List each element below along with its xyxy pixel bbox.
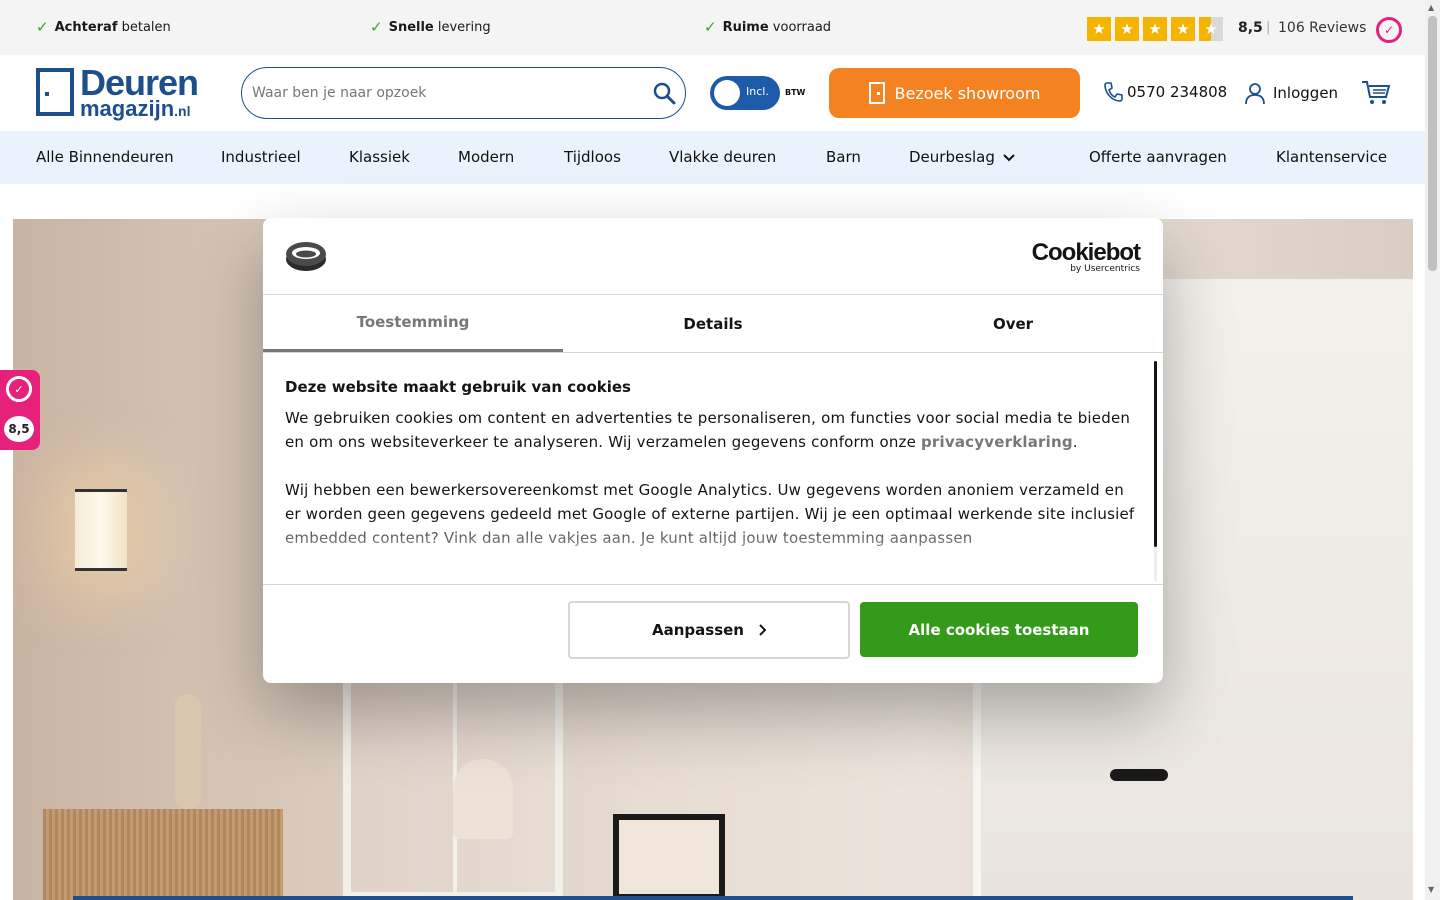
- login-link[interactable]: Inloggen: [1243, 81, 1338, 105]
- hero-door-handle: [1110, 769, 1168, 781]
- logo[interactable]: Deuren magazijn.nl: [36, 62, 218, 122]
- phone-number: 0570 234808: [1127, 83, 1228, 101]
- allow-all-cookies-button[interactable]: Alle cookies toestaan: [860, 602, 1138, 657]
- usp-bar: ✓ Achteraf betalen ✓ Snelle levering ✓ R…: [0, 0, 1425, 55]
- side-rating-widget[interactable]: ✓ 8,5: [0, 370, 40, 450]
- phone-icon: [1104, 82, 1123, 102]
- usp-item: ✓ Snelle levering: [370, 18, 491, 36]
- site-header: Deuren magazijn.nl Incl. BTW Bezoek show…: [0, 55, 1425, 131]
- nav-item-alle-binnendeuren[interactable]: Alle Binnendeuren: [36, 148, 174, 166]
- search-icon[interactable]: [652, 81, 676, 105]
- star-icon: ★: [1171, 17, 1195, 41]
- usp-bold: Achteraf: [54, 19, 118, 35]
- kiyoh-icon[interactable]: ✓: [1376, 17, 1402, 43]
- nav-item-modern[interactable]: Modern: [458, 148, 514, 166]
- check-icon: ✓: [704, 18, 717, 36]
- star-icon: ★: [1115, 17, 1139, 41]
- vat-toggle[interactable]: Incl.: [710, 76, 780, 110]
- star-icon: ★: [1087, 17, 1111, 41]
- nav-item-deurbeslag[interactable]: Deurbeslag: [909, 148, 1015, 166]
- cookie-text-part: .: [1072, 433, 1078, 451]
- hero-cabinet: [43, 809, 283, 900]
- vat-label: BTW: [785, 88, 806, 97]
- star-half-icon: ★: [1199, 17, 1223, 41]
- cookie-dialog-text: We gebruiken cookies om content en adver…: [285, 406, 1135, 454]
- cookie-icon: [286, 242, 326, 271]
- phone-link[interactable]: 0570 234808: [1103, 81, 1227, 103]
- hero-wall-lamp: [75, 489, 127, 571]
- nav-item-klassiek[interactable]: Klassiek: [349, 148, 410, 166]
- logo-tld: .nl: [174, 103, 191, 119]
- logo-small-word: magazijn: [80, 96, 175, 121]
- privacy-statement-link[interactable]: privacyverklaring: [921, 433, 1073, 451]
- search-input[interactable]: [252, 81, 632, 105]
- showroom-label: Bezoek showroom: [894, 83, 1041, 103]
- usp-text: betalen: [117, 19, 171, 35]
- hero-bottom-bar: [73, 896, 1353, 900]
- hero-chair: [453, 759, 513, 839]
- check-icon: ✓: [370, 18, 383, 36]
- usp-text: voorraad: [768, 19, 832, 35]
- page-scrollbar[interactable]: ▲ ▼: [1425, 0, 1440, 900]
- tab-toestemming[interactable]: Toestemming: [263, 295, 563, 352]
- cookie-dialog-title: Deze website maakt gebruik van cookies: [285, 378, 631, 396]
- usp-text: levering: [433, 19, 491, 35]
- text-fade-overlay: [263, 518, 1143, 588]
- search-box: [241, 67, 686, 119]
- hero-picture-frame: [613, 814, 725, 900]
- chevron-down-icon: [1002, 154, 1015, 162]
- cookiebot-brand[interactable]: Cookiebot by Usercentrics: [1031, 239, 1141, 275]
- chevron-right-icon: [759, 624, 766, 636]
- check-icon: ✓: [36, 18, 49, 36]
- usp-bold: Snelle: [388, 19, 434, 35]
- logo-door-icon: [36, 68, 74, 116]
- login-label: Inloggen: [1273, 84, 1339, 102]
- rating-score: 8,5: [1238, 20, 1263, 36]
- tab-over[interactable]: Over: [863, 295, 1163, 352]
- toggle-knob: [714, 80, 740, 106]
- star-icon: ★: [1143, 17, 1167, 41]
- cart-icon[interactable]: [1361, 79, 1391, 107]
- nav-item-offerte-aanvragen[interactable]: Offerte aanvragen: [1089, 148, 1227, 166]
- usp-item: ✓ Ruime voorraad: [704, 18, 831, 36]
- user-icon: [1245, 83, 1265, 105]
- kiyoh-icon: ✓: [6, 376, 32, 402]
- hero-vase: [175, 694, 201, 809]
- usp-bold: Ruime: [722, 19, 769, 35]
- customize-label: Aanpassen: [652, 621, 744, 639]
- cookie-consent-dialog: Cookiebot by Usercentrics Toestemming De…: [263, 218, 1163, 683]
- dialog-scroll-thumb[interactable]: [1154, 361, 1157, 547]
- rating-stars[interactable]: ★ ★ ★ ★ ★: [1087, 17, 1223, 41]
- nav-item-barn[interactable]: Barn: [826, 148, 861, 166]
- tab-details[interactable]: Details: [563, 295, 863, 352]
- scroll-up-arrow-icon[interactable]: ▲: [1428, 3, 1434, 12]
- cookiebot-name: Cookiebot: [1031, 239, 1141, 266]
- logo-small-text: magazijn.nl: [80, 96, 190, 122]
- nav-item-vlakke-deuren[interactable]: Vlakke deuren: [669, 148, 776, 166]
- reviews-link[interactable]: 106 Reviews: [1278, 20, 1366, 36]
- scroll-down-arrow-icon[interactable]: ▼: [1428, 885, 1434, 894]
- customize-button[interactable]: Aanpassen: [568, 601, 850, 659]
- rating-separator: |: [1266, 20, 1271, 35]
- vat-toggle-label: Incl.: [746, 85, 769, 98]
- door-icon: [868, 82, 885, 104]
- nav-item-tijdloos[interactable]: Tijdloos: [564, 148, 621, 166]
- usp-item: ✓ Achteraf betalen: [36, 18, 171, 36]
- main-nav: Alle Binnendeuren Industrieel Klassiek M…: [0, 131, 1425, 184]
- nav-item-deurbeslag-label: Deurbeslag: [909, 148, 995, 166]
- divider: [263, 584, 1163, 585]
- nav-item-industrieel[interactable]: Industrieel: [221, 148, 301, 166]
- side-rating-score: 8,5: [4, 416, 34, 442]
- visit-showroom-button[interactable]: Bezoek showroom: [829, 68, 1080, 118]
- divider: [263, 352, 1163, 353]
- nav-item-klantenservice[interactable]: Klantenservice: [1276, 148, 1387, 166]
- scrollbar-thumb[interactable]: [1428, 16, 1437, 271]
